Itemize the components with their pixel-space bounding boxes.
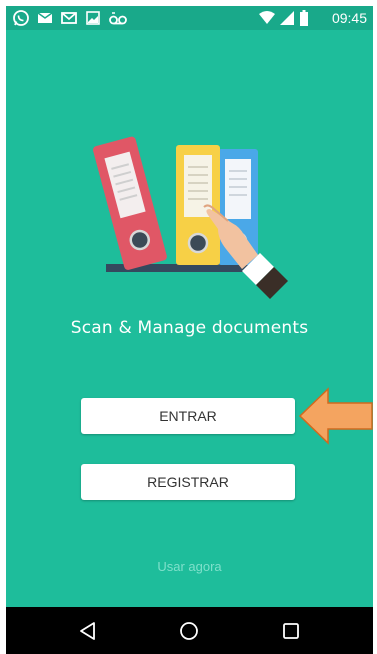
use-now-link[interactable]: Usar agora [6,559,373,574]
register-button[interactable]: REGISTRAR [81,464,295,500]
status-bar: 09:45 [6,6,373,30]
app-screen: 09:45 Scan & Manage documents ENTRAR REG… [6,6,373,654]
recents-icon[interactable] [279,619,303,643]
image-icon [86,11,100,25]
gmail-icon [61,12,77,24]
voicemail-icon [109,12,127,25]
wifi-icon [259,11,275,24]
home-icon[interactable] [177,619,201,643]
whatsapp-icon [13,10,29,26]
documents-illustration [93,136,288,299]
signal-icon [280,11,294,25]
message-icon [37,12,53,23]
annotation-arrow-icon [298,387,373,445]
app-tagline: Scan & Manage documents [70,318,309,338]
battery-icon [300,10,308,26]
navigation-bar [6,607,373,654]
status-time: 09:45 [331,10,367,26]
enter-button[interactable]: ENTRAR [81,398,295,434]
back-icon[interactable] [76,619,100,643]
